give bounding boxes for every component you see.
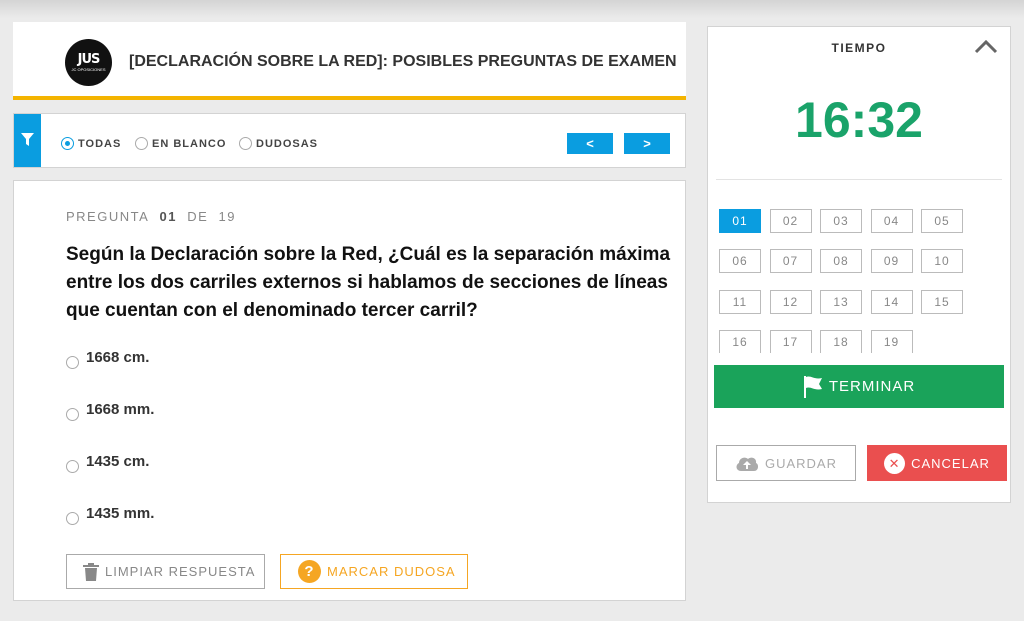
- filter-option-en-blanco[interactable]: EN BLANCO: [135, 137, 226, 150]
- countdown-timer: 16:32: [795, 92, 923, 148]
- answer-label: 1668 mm.: [86, 401, 155, 418]
- radio-todas[interactable]: [61, 137, 74, 150]
- time-label: TIEMPO: [831, 41, 887, 55]
- logo-subtext: JC OPOSICIONES: [71, 67, 106, 72]
- question-nav-item[interactable]: 09: [870, 249, 913, 274]
- question-nav-item[interactable]: 12: [769, 289, 812, 314]
- question-nav-item[interactable]: 08: [820, 249, 862, 274]
- filter-option-label: DUDOSAS: [256, 137, 319, 150]
- answer-option[interactable]: 1668 cm.: [66, 346, 149, 369]
- question-nav-item[interactable]: 14: [870, 289, 913, 314]
- question-nav-item[interactable]: 19: [870, 329, 913, 353]
- question-text: Según la Declaración sobre la Red, ¿Cuál…: [66, 244, 671, 321]
- answer-radio[interactable]: [66, 408, 79, 421]
- filter-bar: TODAS EN BLANCO DUDOSAS < >: [13, 113, 686, 168]
- answer-label: 1435 cm.: [86, 453, 150, 470]
- radio-dudosas[interactable]: [239, 137, 252, 150]
- clear-answer-label: LIMPIAR RESPUESTA: [105, 564, 256, 579]
- clear-answer-button[interactable]: LIMPIAR RESPUESTA: [66, 554, 265, 589]
- next-question-button[interactable]: >: [624, 133, 670, 154]
- answer-radio[interactable]: [66, 512, 79, 525]
- question-card: PREGUNTA 01 DE 19 Según la Declaración s…: [13, 180, 686, 601]
- question-mark-icon: ?: [298, 560, 321, 583]
- answer-radio[interactable]: [66, 356, 79, 369]
- question-nav-item[interactable]: 10: [921, 249, 963, 274]
- cancel-label: CANCELAR: [911, 455, 990, 471]
- cancel-button[interactable]: ✕ CANCELAR: [867, 445, 1007, 481]
- cloud-upload-icon: [736, 457, 759, 471]
- answer-label: 1435 mm.: [86, 505, 155, 522]
- filter-option-todas[interactable]: TODAS: [61, 137, 121, 150]
- filter-icon[interactable]: [14, 114, 41, 167]
- mark-doubtful-button[interactable]: ? MARCAR DUDOSA: [280, 554, 468, 589]
- question-nav-item[interactable]: 01: [719, 209, 761, 233]
- answer-option[interactable]: 1435 cm.: [66, 450, 149, 473]
- exam-title: [DECLARACIÓN SOBRE LA RED]: POSIBLES PRE…: [129, 53, 677, 70]
- question-nav-item[interactable]: 13: [820, 289, 862, 314]
- question-nav-item[interactable]: 04: [870, 209, 913, 233]
- brand-logo: JUS JC OPOSICIONES: [65, 39, 112, 86]
- mark-doubtful-label: MARCAR DUDOSA: [327, 564, 456, 579]
- chevron-up-icon[interactable]: [974, 39, 998, 55]
- question-counter-prefix: PREGUNTA: [66, 209, 150, 224]
- question-number: 01: [159, 209, 177, 224]
- answer-option[interactable]: 1668 mm.: [66, 398, 154, 421]
- question-navigator-grid: 01 02 03 04 05 06 07 08 09 10 11 12 13 14 15 16 17 18 19: [708, 185, 1010, 353]
- question-nav-item[interactable]: 17: [769, 329, 812, 353]
- question-nav-item[interactable]: 15: [921, 289, 963, 314]
- save-label: GUARDAR: [764, 455, 837, 471]
- save-button[interactable]: GUARDAR: [716, 445, 856, 481]
- question-nav-item[interactable]: 16: [719, 329, 761, 353]
- answer-radio[interactable]: [66, 460, 79, 473]
- question-nav-item[interactable]: 03: [820, 209, 862, 233]
- radio-en-blanco[interactable]: [135, 137, 148, 150]
- filter-option-label: TODAS: [78, 137, 122, 150]
- trash-icon: [83, 562, 99, 581]
- question-total: 19: [218, 209, 236, 224]
- question-nav-item[interactable]: 06: [719, 249, 761, 274]
- question-counter-of: DE: [187, 209, 209, 224]
- finish-button[interactable]: TERMINAR: [714, 365, 1004, 408]
- answer-label: 1668 cm.: [86, 349, 150, 366]
- prev-question-button[interactable]: <: [567, 133, 613, 154]
- finish-label: TERMINAR: [828, 378, 916, 395]
- question-nav-item[interactable]: 18: [820, 329, 862, 353]
- question-nav-item[interactable]: 07: [769, 249, 812, 274]
- logo-text: JUS: [77, 52, 101, 67]
- filter-option-label: EN BLANCO: [152, 137, 227, 150]
- divider: [716, 179, 1002, 180]
- flag-icon: [803, 375, 822, 398]
- question-nav-item[interactable]: 02: [769, 209, 812, 233]
- exam-header: JUS JC OPOSICIONES [DECLARACIÓN SOBRE LA…: [13, 22, 686, 100]
- question-counter: PREGUNTA 01 DE 19: [66, 209, 236, 224]
- question-nav-item[interactable]: 05: [921, 209, 963, 233]
- question-nav-item[interactable]: 11: [719, 289, 761, 314]
- filter-option-dudosas[interactable]: DUDOSAS: [239, 137, 318, 150]
- answer-option[interactable]: 1435 mm.: [66, 502, 154, 525]
- side-panel: TIEMPO 16:32 01 02 03 04 05 06 07 08 09 10 11 12 13 1…: [707, 26, 1011, 503]
- close-icon: ✕: [884, 452, 906, 474]
